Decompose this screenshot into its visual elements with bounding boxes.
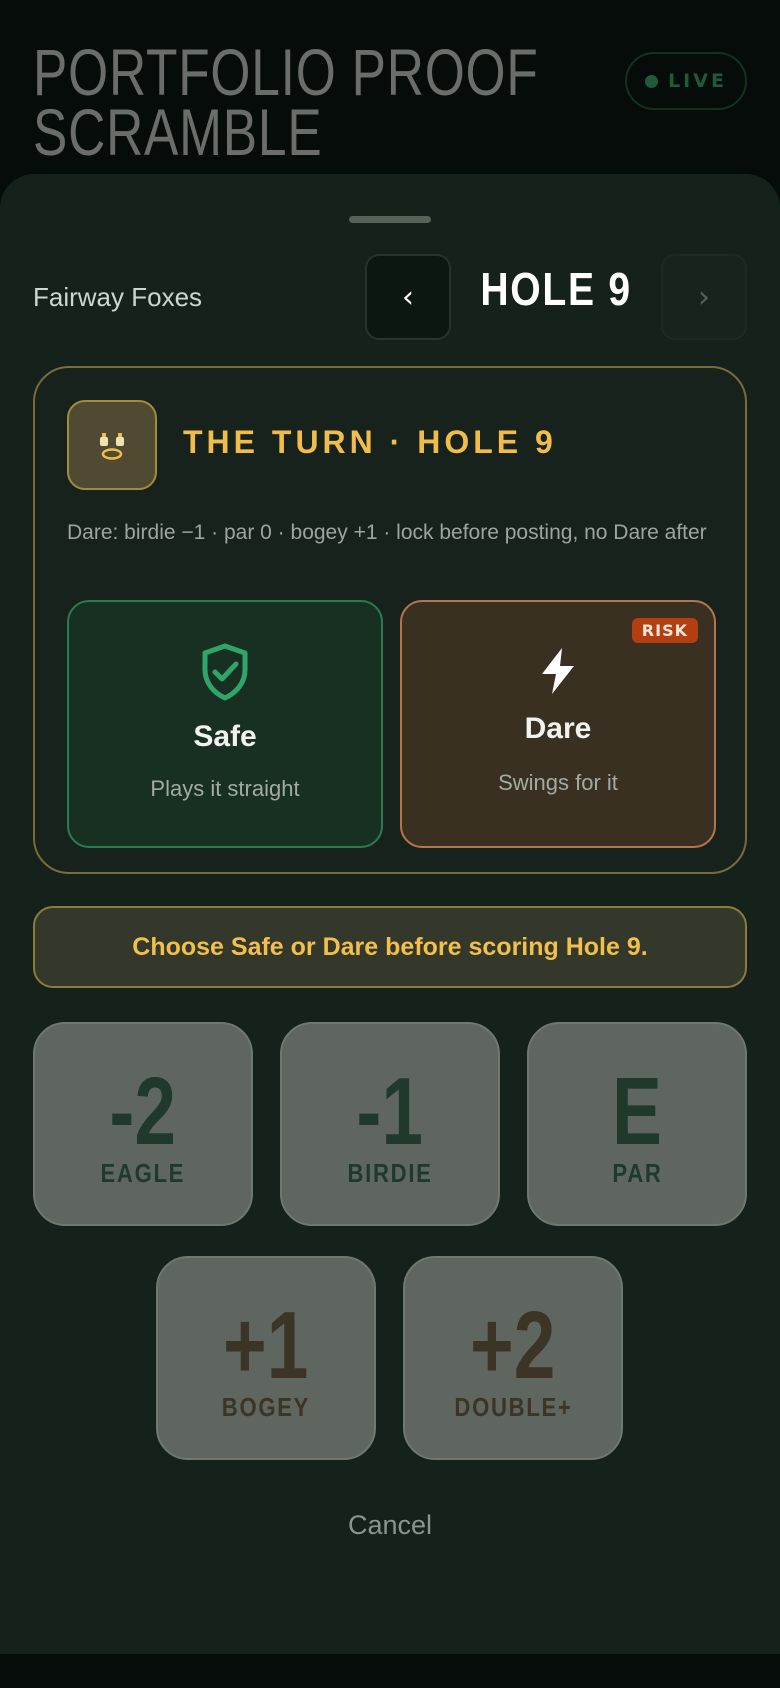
score-button-bogey[interactable]: +1 BOGEY [156,1256,376,1460]
dare-option-button[interactable]: RISK Dare Swings for it [400,600,716,848]
chevron-right-icon: › [698,279,710,315]
next-hole-button[interactable]: › [661,254,747,340]
dare-subtitle: Swings for it [498,770,618,795]
chevron-left-icon: ‹ [402,279,414,315]
score-label: BIRDIE [347,1158,433,1188]
live-badge: LIVE [625,52,747,110]
page-header: PORTFOLIO PROOF SCRAMBLE LIVE [0,0,780,200]
score-value: -2 [109,1058,177,1165]
background-page-footer [0,1654,780,1688]
turn-card: THE TURN · HOLE 9 Dare: birdie −1 · par … [33,366,747,874]
lightning-icon [402,646,714,696]
cancel-button[interactable]: Cancel [0,1510,780,1541]
team-name: Fairway Foxes [33,282,203,312]
score-label: BOGEY [221,1392,311,1422]
shield-check-icon [69,642,381,702]
score-button-eagle[interactable]: -2 EAGLE [33,1022,253,1226]
turn-heading: THE TURN · HOLE 9 [183,424,557,460]
previous-hole-button[interactable]: ‹ [365,254,451,340]
fox-face-icon [67,400,157,490]
score-label: PAR [611,1158,663,1188]
score-label: EAGLE [100,1158,186,1188]
risk-badge: RISK [631,618,698,643]
score-label: DOUBLE+ [453,1392,573,1422]
dare-label: Dare [524,712,592,745]
score-value: E [612,1058,662,1165]
sheet-grabber-handle[interactable] [349,216,431,223]
score-value: -1 [356,1058,424,1165]
score-button-double[interactable]: +2 DOUBLE+ [403,1256,623,1460]
safe-subtitle: Plays it straight [150,776,300,801]
score-button-birdie[interactable]: -1 BIRDIE [280,1022,500,1226]
score-value: +2 [470,1292,556,1399]
hole-title: HOLE 9 [480,263,632,315]
live-label: LIVE [668,70,727,92]
turn-description: Dare: birdie −1 · par 0 · bogey +1 · loc… [67,521,707,544]
score-entry-sheet: Fairway Foxes ‹ HOLE 9 › THE TURN · HOLE… [0,174,780,1654]
page-title: PORTFOLIO PROOF SCRAMBLE [33,35,539,169]
safe-label: Safe [193,720,257,753]
live-dot-icon [645,74,659,88]
safe-option-button[interactable]: Safe Plays it straight [67,600,383,848]
choose-option-banner: Choose Safe or Dare before scoring Hole … [33,906,747,988]
score-button-par[interactable]: E PAR [527,1022,747,1226]
score-value: +1 [223,1292,309,1399]
